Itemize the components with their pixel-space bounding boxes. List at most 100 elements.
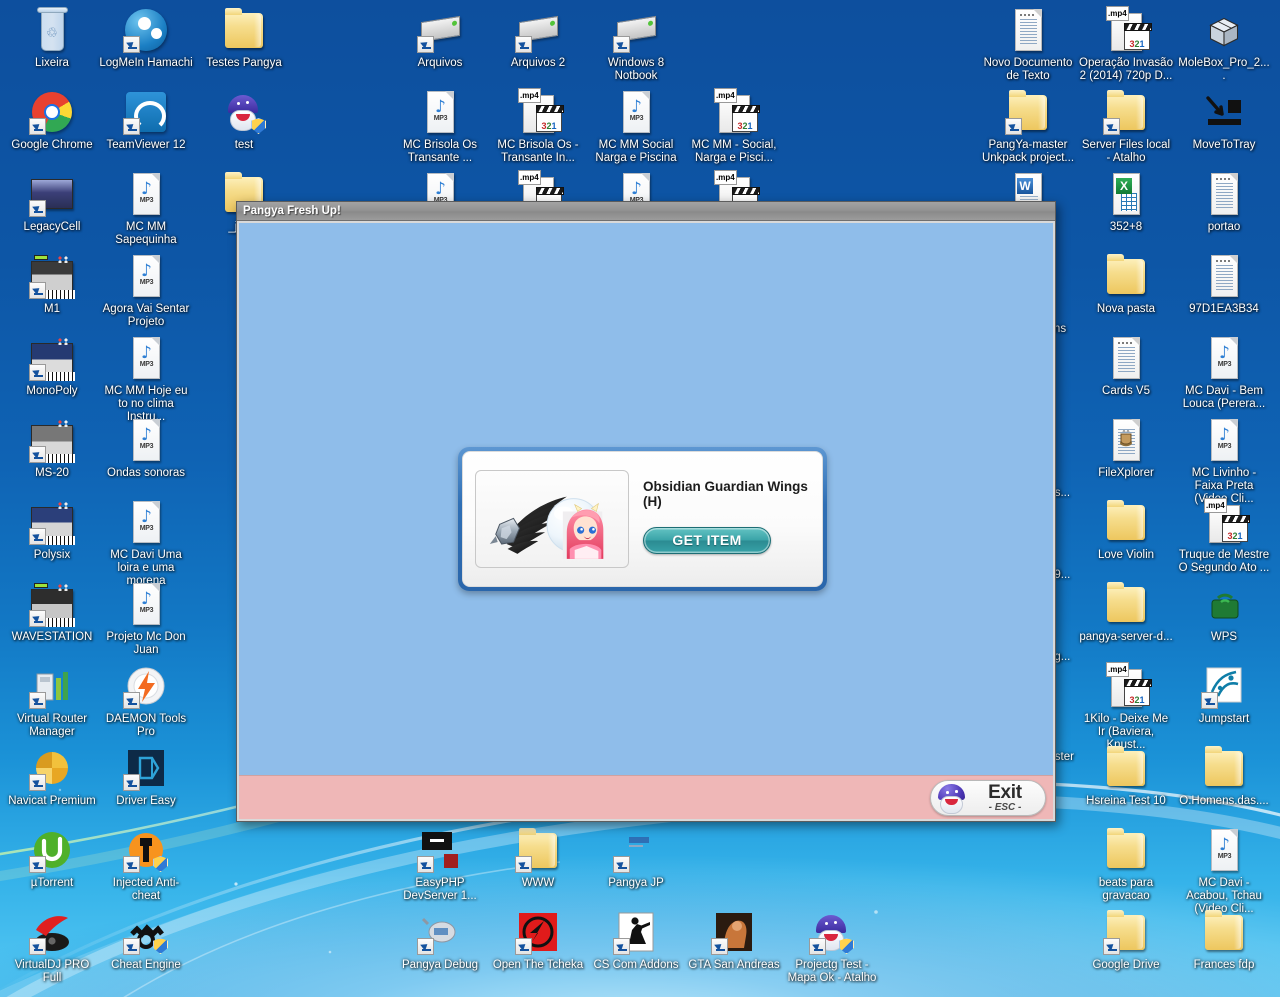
desktop-icon[interactable]: GTA San Andreas [686,908,782,972]
desktop-icon[interactable]: Nova pasta [1078,252,1174,316]
shortcut-arrow-icon [29,610,46,627]
easyphp-icon [416,826,464,874]
uac-shield-icon [251,118,266,134]
desktop-icon[interactable]: 321 .mp4 MC MM - Social, Narga e Pisci... [686,88,782,165]
desktop-icon-label: PangYa-master Unkpack project... [981,139,1075,164]
desktop-icon-label: Pangya Debug [401,959,479,971]
desktop-icon[interactable]: MoveToTray [1176,88,1272,152]
desktop-icon-label: MonoPoly [26,385,78,397]
desktop-icon[interactable]: µTorrent [4,826,100,890]
desktop-icon[interactable]: MoleBox_Pro_2.... [1176,6,1272,83]
exit-button[interactable]: Exit - ESC - [930,780,1046,816]
desktop-icon[interactable]: pangya-server-d... [1078,580,1174,644]
desktop-icon[interactable]: test [196,88,292,152]
desktop-icon-label: MoveToTray [1192,139,1256,151]
desktop-icon[interactable]: PangYa-master Unkpack project... [980,88,1076,165]
desktop-icon[interactable]: ♪ MP3 MC MM Social Narga e Piscina [588,88,684,165]
desktop-icon[interactable]: Arquivos 2 [490,6,586,70]
desktop-icon[interactable]: ♪MP3MC Livinho - Faixa Preta (Video Cli.… [1176,416,1272,506]
desktop-icon[interactable]: Server Files local - Atalho [1078,88,1174,165]
desktop-icon[interactable]: 97D1EA3B34 [1176,252,1272,316]
desktop-icon[interactable]: TeamViewer 12 [98,88,194,152]
folder-icon [1200,908,1248,956]
get-item-button[interactable]: GET ITEM [643,526,771,554]
window-title: Pangya Fresh Up! [243,205,341,217]
desktop-icon-label: WWW [521,877,555,889]
desktop-icon-label: Open The Tcheka [492,959,584,971]
desktop-icon[interactable]: Projectg Test - Mapa Ok - Atalho [784,908,880,985]
desktop-icon[interactable]: M1 [4,252,100,316]
desktop-icon[interactable]: beats para gravacao [1078,826,1174,903]
desktop-icon[interactable]: ♲ Lixeira [4,6,100,70]
desktop-icon-label: Google Chrome [11,139,93,151]
desktop-icon[interactable]: WWW [490,826,586,890]
desktop-icon[interactable]: Arquivos [392,6,488,70]
desktop-icon[interactable]: Driver Easy [98,744,194,808]
pangya-mascot-icon [935,782,969,814]
desktop-icon[interactable]: Novo Documento de Texto [980,6,1076,83]
desktop-icon[interactable]: ♪ MP3 MC Davi Uma loira e uma morena [98,498,194,588]
desktop-icon[interactable]: VirtualDJ PRO Full [4,908,100,985]
desktop-icon[interactable]: FileXplorer [1078,416,1174,480]
desktop-icon[interactable]: Love Violin [1078,498,1174,562]
desktop-icon[interactable]: EasyPHP DevServer 1... [392,826,488,903]
desktop-icon[interactable]: O.Homens.das.... [1176,744,1272,808]
desktop-icon[interactable]: WPS [1176,580,1272,644]
desktop-icon[interactable]: MonoPoly [4,334,100,398]
desktop-icon[interactable]: ♪ MP3 MC MM Hoje eu to no clima Instru... [98,334,194,424]
desktop-icon[interactable]: ♪ MP3 MC Davi - Acabou, Tchau (Video Cli..… [1176,826,1272,916]
desktop-icon-label: VirtualDJ PRO Full [14,959,90,984]
desktop-icon[interactable]: LogMeIn Hamachi [98,6,194,70]
desktop-icon[interactable]: MS-20 [4,416,100,480]
shortcut-arrow-icon [515,856,532,873]
desktop-icon[interactable]: Jumpstart [1176,662,1272,726]
shortcut-arrow-icon [417,938,434,955]
desktop-icon[interactable]: ♪ MP3 MC Brisola Os Transante ... [392,88,488,165]
mp4-icon: 321.mp4 [1102,6,1152,54]
desktop-icon[interactable]: Frances fdp [1176,908,1272,972]
desktop-icon[interactable]: WAVESTATION [4,580,100,644]
desktop-icon[interactable]: ♪ MP3 MC Davi - Bem Louca (Perera... [1176,334,1272,411]
desktop-icon[interactable]: ♪ MP3 Agora Vai Sentar Projeto [98,252,194,329]
desktop-icon[interactable]: Testes Pangya [196,6,292,70]
desktop-icon[interactable]: Pangya JP [588,826,684,890]
desktop-icon[interactable]: Open The Tcheka [490,908,586,972]
shortcut-arrow-icon [417,856,434,873]
desktop-icon[interactable]: Hsreina Test 10 [1078,744,1174,808]
desktop-icon[interactable]: LegacyCell [4,170,100,234]
desktop-icon[interactable]: 321 .mp4 Operação Invasão 2 (2014) 720p D.… [1078,6,1174,83]
desktop-icon[interactable]: Google Chrome [4,88,100,152]
desktop-icon[interactable]: Windows 8 Notbook [588,6,684,83]
desktop-icon[interactable]: Injected Anti-cheat [98,826,194,903]
desktop-icon[interactable]: 321 .mp4 MC Brisola Os - Transante In... [490,88,586,165]
desktop-icon[interactable]: Cheat Engine [98,908,194,972]
pangya-icon [220,88,268,136]
desktop-icon[interactable]: X 352+8 [1078,170,1174,234]
desktop-icon[interactable]: Pangya Debug [392,908,488,972]
desktop-icon-label: O.Homens.das.... [1179,795,1269,807]
desktop-icon[interactable]: Navicat Premium [4,744,100,808]
desktop-icon-label: Cheat Engine [111,959,181,971]
desktop-icon[interactable]: 321 .mp4 Truque de Mestre O Segundo Ato ..… [1176,498,1272,575]
desktop-icon-label: Projectg Test - Mapa Ok - Atalho [787,959,877,984]
desktop-icon[interactable]: 321 .mp4 1Kilo - Deixe Me Ir (Baviera, Knu… [1078,662,1174,752]
doc-icon [1200,252,1248,300]
pangya-fresh-up-window[interactable]: Pangya Fresh Up! Obsidian Guardian Wings… [236,201,1056,822]
desktop-icon[interactable]: DAEMON Tools Pro [98,662,194,739]
desktop-icon[interactable]: portao [1176,170,1272,234]
desktop-icon[interactable]: ♪ MP3 Ondas sonoras [98,416,194,480]
desktop-icon[interactable]: Polysix [4,498,100,562]
shortcut-arrow-icon [123,938,140,955]
mp3-icon: ♪MP3 [1200,826,1248,874]
shortcut-arrow-icon [711,938,728,955]
desktop-icon[interactable]: CS Com Addons [588,908,684,972]
desktop-icon[interactable]: Cards V5 [1078,334,1174,398]
desktop-icon[interactable]: ♪ MP3 Projeto Mc Don Juan [98,580,194,657]
window-titlebar[interactable]: Pangya Fresh Up! [237,202,1055,221]
desktop-icon[interactable]: ♪ MP3 MC MM Sapequinha [98,170,194,247]
desktop-icon[interactable]: Google Drive [1078,908,1174,972]
mp3-icon: ♪MP3 [416,88,464,136]
desktop-icon[interactable]: Virtual Router Manager [4,662,100,739]
mp3-icon: ♪MP3 [122,416,170,464]
doc-icon [1200,170,1248,218]
